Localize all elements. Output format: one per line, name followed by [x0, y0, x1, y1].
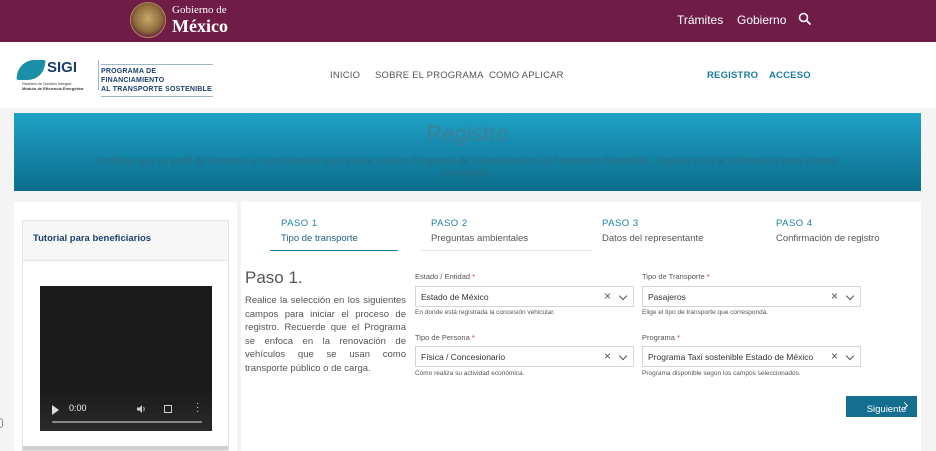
nav-acceso[interactable]: ACCESO — [769, 70, 811, 81]
gov-logo-line2: México — [172, 16, 228, 36]
siguiente-button[interactable]: Siguiente — [846, 396, 917, 417]
video-progress-track[interactable] — [52, 421, 202, 423]
programa-select[interactable]: Programa Taxi sostenible Estado de Méxic… — [642, 346, 861, 367]
nav-registro[interactable]: REGISTRO — [707, 70, 758, 81]
step-4[interactable]: PASO 4 Confirmación de registro — [776, 216, 880, 246]
sigi-logo-module: Módulo de Eficiencia Energética — [22, 86, 84, 91]
tutorial-card: Tutorial para beneficiarios 0:00 · · · — [22, 220, 229, 451]
estado-label: Estado / Entidad * — [415, 272, 475, 281]
gov-logo-line1: Gobierno de — [172, 4, 227, 16]
step-3[interactable]: PASO 3 Datos del representante — [602, 216, 703, 246]
edge-handle — [0, 418, 3, 428]
step-2-label: Preguntas ambientales — [431, 233, 529, 244]
clear-icon[interactable]: × — [604, 289, 611, 303]
step-2[interactable]: PASO 2 Preguntas ambientales — [431, 216, 528, 246]
step-1-number: PASO 1 — [281, 218, 318, 229]
step-2-number: PASO 2 — [431, 218, 468, 229]
search-icon[interactable] — [798, 12, 812, 26]
tutorial-title: Tutorial para beneficiarios — [23, 221, 228, 261]
tipo-transporte-select[interactable]: Pasajeros × — [642, 286, 861, 307]
nav-inicio[interactable]: INICIO — [330, 70, 360, 81]
tipo-persona-label-text: Tipo de Persona — [415, 333, 470, 342]
logo-divider — [98, 60, 99, 90]
tipo-persona-help: Como realiza su actividad económica. — [415, 370, 525, 377]
more-options-icon[interactable]: · · · — [196, 399, 200, 417]
programa-label-text: Programa — [642, 333, 675, 342]
programa-help: Programa disponible según los campos sel… — [642, 370, 801, 377]
step-1-indicator — [270, 250, 398, 251]
step-3-number: PASO 3 — [602, 218, 639, 229]
clear-icon[interactable]: × — [604, 349, 611, 363]
estado-select[interactable]: Estado de México × — [415, 286, 634, 307]
programa-label: Programa * — [642, 333, 680, 342]
tipo-persona-select[interactable]: Física / Concesionario × — [415, 346, 634, 367]
chevron-down-icon[interactable] — [618, 291, 628, 301]
step-1[interactable]: PASO 1 Tipo de transporte — [281, 216, 358, 246]
required-mark: * — [677, 333, 680, 342]
card-footer — [23, 446, 228, 450]
program-title: PROGRAMA DE FINANCIAMIENTO AL TRANSPORTE… — [101, 64, 213, 97]
mexico-seal-icon — [130, 2, 166, 38]
estado-help: En donde está registrada la concesión ve… — [415, 309, 555, 316]
nav-como-aplicar[interactable]: COMO APLICAR — [489, 70, 564, 81]
banner-title: Registro — [426, 121, 509, 146]
tipo-transporte-label-text: Tipo de Transporte — [642, 272, 705, 281]
paso-description: Realice la selección en los siguientes c… — [245, 295, 406, 374]
banner-text: Verifique que su perfil de empresa o con… — [96, 156, 839, 179]
sigi-logo-title[interactable]: SIGI — [47, 59, 77, 76]
required-mark: * — [472, 272, 476, 281]
paso-title: Paso 1. — [245, 268, 303, 287]
clear-icon[interactable]: × — [831, 349, 838, 363]
program-title-line1: PROGRAMA DE FINANCIAMIENTO — [101, 68, 165, 84]
tipo-transporte-label: Tipo de Transporte * — [642, 272, 710, 281]
estado-label-text: Estado / Entidad — [415, 272, 471, 281]
chevron-down-icon[interactable] — [618, 351, 628, 361]
gov-logo[interactable]: Gobierno de México — [130, 2, 228, 38]
clear-icon[interactable]: × — [831, 289, 838, 303]
chevron-down-icon[interactable] — [845, 291, 855, 301]
step-3-label: Datos del representante — [602, 233, 704, 244]
play-icon[interactable] — [52, 405, 59, 415]
chevron-down-icon[interactable] — [845, 351, 855, 361]
required-mark: * — [471, 333, 475, 342]
tipo-transporte-value: Pasajeros — [648, 292, 686, 302]
tipo-persona-label: Tipo de Persona * — [415, 333, 475, 342]
registro-banner: Registro Verifique que su perfil de empr… — [14, 113, 921, 191]
tipo-persona-value: Física / Concesionario — [421, 352, 506, 362]
tipo-transporte-help: Elige el tipo de transporte que correspo… — [642, 309, 769, 316]
video-time: 0:00 — [69, 403, 87, 413]
sidebar: Tutorial para beneficiarios 0:00 · · · — [14, 202, 237, 451]
tutorial-video[interactable]: 0:00 · · · — [40, 286, 212, 431]
step-2-indicator — [420, 250, 592, 251]
fullscreen-icon[interactable] — [164, 405, 172, 413]
programa-value: Programa Taxi sostenible Estado de Méxic… — [648, 352, 814, 362]
step-4-number: PASO 4 — [776, 218, 813, 229]
video-controls: 0:00 · · · — [40, 387, 212, 431]
program-title-line2: AL TRANSPORTE SOSTENIBLE — [101, 86, 212, 93]
step-4-label: Confirmación de registro — [776, 233, 880, 244]
nav-gobierno[interactable]: Gobierno — [737, 13, 786, 27]
estado-value: Estado de México — [421, 292, 489, 302]
volume-icon[interactable] — [136, 404, 146, 414]
nav-tramites[interactable]: Trámites — [677, 13, 723, 27]
step-1-label: Tipo de transporte — [281, 233, 358, 244]
required-mark: * — [706, 272, 710, 281]
nav-sobre-el-programa[interactable]: SOBRE EL PROGRAMA — [375, 70, 484, 81]
